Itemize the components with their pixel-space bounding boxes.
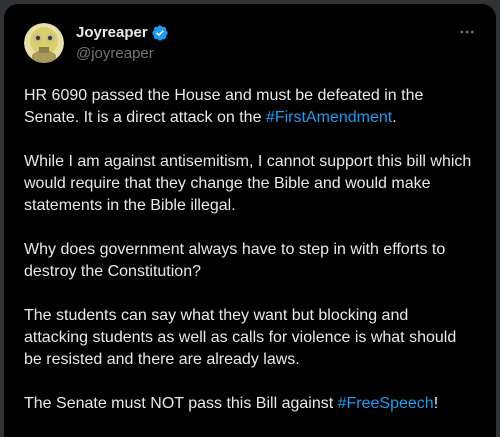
- tweet-card: Joyreaper @joyreaper HR 6090 passed the …: [4, 4, 496, 437]
- more-options-icon[interactable]: [456, 21, 478, 43]
- hashtag-first-amendment[interactable]: #FirstAmendment: [266, 109, 392, 126]
- author-handle[interactable]: @joyreaper: [76, 44, 456, 64]
- paragraph-3: Why does government always have to step …: [24, 241, 446, 280]
- paragraph-5: The Senate must NOT pass this Bill again…: [24, 393, 476, 415]
- hashtag-free-speech[interactable]: #FreeSpeech: [338, 395, 434, 412]
- tweet-text: HR 6090 passed the House and must be def…: [24, 85, 476, 415]
- paragraph-1: HR 6090 passed the House and must be def…: [24, 85, 476, 129]
- paragraph-5-text: The Senate must NOT pass this Bill again…: [24, 395, 338, 412]
- paragraph-2: While I am against antisemitism, I canno…: [24, 153, 472, 214]
- author-display-name[interactable]: Joyreaper: [76, 23, 148, 43]
- paragraph-1-end: .: [392, 109, 397, 126]
- tweet-header: Joyreaper @joyreaper: [24, 21, 480, 69]
- name-row: Joyreaper: [76, 23, 456, 43]
- verified-badge-icon: [151, 24, 169, 42]
- author-identity: Joyreaper @joyreaper: [76, 21, 456, 64]
- user-avatar[interactable]: [24, 23, 64, 63]
- paragraph-5-end: !: [433, 395, 439, 412]
- paragraph-4: The students can say what they want but …: [24, 307, 457, 368]
